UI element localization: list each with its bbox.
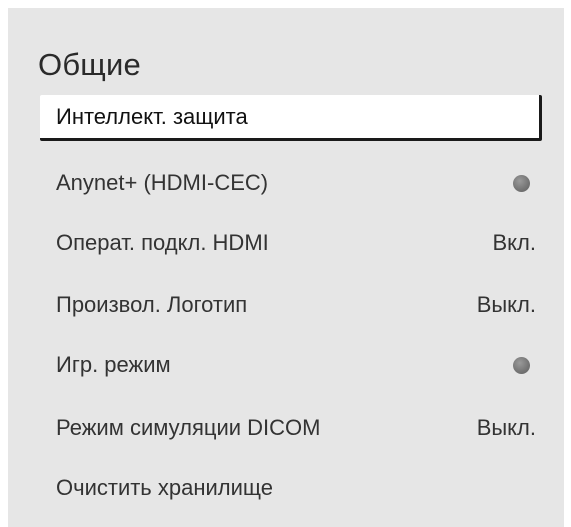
menu-item-dicom-simulation[interactable]: Режим симуляции DICOM Выкл. (40, 405, 542, 451)
page-title: Общие (38, 47, 141, 82)
menu-item-value: Вкл. (492, 230, 537, 255)
menu-item-anynet[interactable]: Anynet+ (HDMI-CEC) (40, 160, 542, 206)
toggle-off-icon[interactable] (513, 174, 530, 192)
menu-item-label: Очистить хранилище (56, 475, 274, 500)
menu-item-label: Игр. режим (56, 352, 171, 377)
menu-item-value: Выкл. (476, 292, 536, 317)
menu-item-label: Операт. подкл. HDMI (56, 230, 269, 255)
menu-item-clear-storage[interactable]: Очистить хранилище (40, 465, 542, 511)
toggle-off-icon[interactable] (513, 356, 530, 374)
menu-item-custom-logo[interactable]: Произвол. Логотип Выкл. (40, 282, 542, 328)
menu-item-intelligent-protection[interactable]: Интеллект. защита (40, 95, 542, 141)
menu-item-hdmi-quick-connect[interactable]: Операт. подкл. HDMI Вкл. (40, 220, 542, 266)
menu-item-game-mode[interactable]: Игр. режим (40, 342, 542, 388)
menu-item-label: Произвол. Логотип (56, 292, 248, 317)
menu-item-label: Anynet+ (HDMI-CEC) (56, 170, 269, 195)
menu-item-value: Выкл. (476, 415, 536, 440)
menu-item-label: Интеллект. защита (56, 103, 248, 129)
menu-item-label: Режим симуляции DICOM (56, 415, 321, 440)
